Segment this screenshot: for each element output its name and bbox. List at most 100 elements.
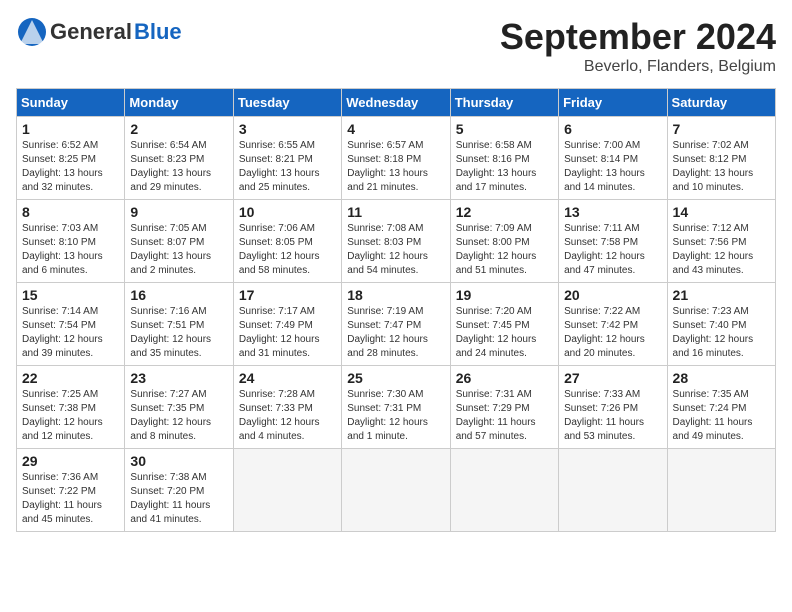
day-number: 16 [130,287,227,303]
day-number: 9 [130,204,227,220]
day-number: 14 [673,204,770,220]
location: Beverlo, Flanders, Belgium [500,58,776,76]
col-friday: Friday [559,89,667,117]
page-header: GeneralBlue September 2024 Beverlo, Flan… [16,16,776,76]
col-tuesday: Tuesday [233,89,341,117]
calendar-cell: 25 Sunrise: 7:30 AM Sunset: 7:31 PM Dayli… [342,366,450,449]
logo-general: General [50,19,132,45]
calendar-cell: 6 Sunrise: 7:00 AM Sunset: 8:14 PM Daylig… [559,117,667,200]
calendar-cell: 19Sunrise: 7:20 AM Sunset: 7:45 PM Dayli… [450,283,558,366]
cell-info: Sunrise: 6:58 AM Sunset: 8:16 PM Dayligh… [456,139,553,195]
day-number: 2 [130,121,227,137]
calendar-cell: 13 Sunrise: 7:11 AM Sunset: 7:58 PM Dayli… [559,200,667,283]
col-sunday: Sunday [17,89,125,117]
logo: GeneralBlue [16,16,182,48]
cell-info: Sunrise: 7:06 AM Sunset: 8:05 PM Dayligh… [239,222,336,278]
logo-icon [16,16,48,48]
calendar-cell: 17 Sunrise: 7:17 AM Sunset: 7:49 PM Dayli… [233,283,341,366]
cell-info: Sunrise: 6:54 AM Sunset: 8:23 PM Dayligh… [130,139,227,195]
day-number: 29 [22,453,119,469]
logo-blue: Blue [134,19,182,45]
day-number: 15 [22,287,119,303]
col-wednesday: Wednesday [342,89,450,117]
calendar-cell [559,449,667,532]
calendar-week-row: 29Sunrise: 7:36 AM Sunset: 7:22 PM Dayli… [17,449,776,532]
cell-info: Sunrise: 7:23 AM Sunset: 7:40 PM Dayligh… [673,305,770,361]
calendar-cell: 29Sunrise: 7:36 AM Sunset: 7:22 PM Dayli… [17,449,125,532]
calendar-cell: 10 Sunrise: 7:06 AM Sunset: 8:05 PM Dayli… [233,200,341,283]
calendar-cell: 9 Sunrise: 7:05 AM Sunset: 8:07 PM Daylig… [125,200,233,283]
calendar-cell: 18 Sunrise: 7:19 AM Sunset: 7:47 PM Dayli… [342,283,450,366]
calendar-cell: 15 Sunrise: 7:14 AM Sunset: 7:54 PM Dayli… [17,283,125,366]
calendar-cell: 26 Sunrise: 7:31 AM Sunset: 7:29 PM Dayli… [450,366,558,449]
calendar-cell: 28Sunrise: 7:35 AM Sunset: 7:24 PM Dayli… [667,366,775,449]
day-number: 8 [22,204,119,220]
calendar-cell: 21 Sunrise: 7:23 AM Sunset: 7:40 PM Dayli… [667,283,775,366]
calendar-week-row: 1Sunrise: 6:52 AM Sunset: 8:25 PM Daylig… [17,117,776,200]
cell-info: Sunrise: 7:00 AM Sunset: 8:14 PM Dayligh… [564,139,661,195]
cell-info: Sunrise: 7:05 AM Sunset: 8:07 PM Dayligh… [130,222,227,278]
calendar-cell: 27Sunrise: 7:33 AM Sunset: 7:26 PM Dayli… [559,366,667,449]
day-number: 12 [456,204,553,220]
calendar-cell: 5 Sunrise: 6:58 AM Sunset: 8:16 PM Daylig… [450,117,558,200]
day-number: 3 [239,121,336,137]
calendar-table: Sunday Monday Tuesday Wednesday Thursday… [16,88,776,532]
day-number: 5 [456,121,553,137]
calendar-cell: 23Sunrise: 7:27 AM Sunset: 7:35 PM Dayli… [125,366,233,449]
calendar-header-row: Sunday Monday Tuesday Wednesday Thursday… [17,89,776,117]
cell-info: Sunrise: 7:30 AM Sunset: 7:31 PM Dayligh… [347,388,444,444]
cell-info: Sunrise: 6:57 AM Sunset: 8:18 PM Dayligh… [347,139,444,195]
calendar-cell: 7Sunrise: 7:02 AM Sunset: 8:12 PM Daylig… [667,117,775,200]
calendar-week-row: 15 Sunrise: 7:14 AM Sunset: 7:54 PM Dayli… [17,283,776,366]
day-number: 20 [564,287,661,303]
day-number: 10 [239,204,336,220]
calendar-cell [233,449,341,532]
day-number: 13 [564,204,661,220]
cell-info: Sunrise: 7:25 AM Sunset: 7:38 PM Dayligh… [22,388,119,444]
day-number: 24 [239,370,336,386]
day-number: 6 [564,121,661,137]
day-number: 17 [239,287,336,303]
month-title: September 2024 [500,16,776,58]
calendar-cell: 2 Sunrise: 6:54 AM Sunset: 8:23 PM Daylig… [125,117,233,200]
cell-info: Sunrise: 7:12 AM Sunset: 7:56 PM Dayligh… [673,222,770,278]
cell-info: Sunrise: 7:31 AM Sunset: 7:29 PM Dayligh… [456,388,553,444]
day-number: 26 [456,370,553,386]
cell-info: Sunrise: 7:19 AM Sunset: 7:47 PM Dayligh… [347,305,444,361]
logo-text: GeneralBlue [16,16,182,48]
calendar-cell: 8Sunrise: 7:03 AM Sunset: 8:10 PM Daylig… [17,200,125,283]
calendar-cell: 20 Sunrise: 7:22 AM Sunset: 7:42 PM Dayli… [559,283,667,366]
day-number: 18 [347,287,444,303]
calendar-cell: 4Sunrise: 6:57 AM Sunset: 8:18 PM Daylig… [342,117,450,200]
calendar-cell: 11Sunrise: 7:08 AM Sunset: 8:03 PM Dayli… [342,200,450,283]
calendar-cell: 1Sunrise: 6:52 AM Sunset: 8:25 PM Daylig… [17,117,125,200]
calendar-week-row: 22 Sunrise: 7:25 AM Sunset: 7:38 PM Dayli… [17,366,776,449]
cell-info: Sunrise: 7:09 AM Sunset: 8:00 PM Dayligh… [456,222,553,278]
cell-info: Sunrise: 7:16 AM Sunset: 7:51 PM Dayligh… [130,305,227,361]
calendar-cell [667,449,775,532]
cell-info: Sunrise: 6:52 AM Sunset: 8:25 PM Dayligh… [22,139,119,195]
cell-info: Sunrise: 7:02 AM Sunset: 8:12 PM Dayligh… [673,139,770,195]
cell-info: Sunrise: 7:28 AM Sunset: 7:33 PM Dayligh… [239,388,336,444]
calendar-cell [342,449,450,532]
cell-info: Sunrise: 7:14 AM Sunset: 7:54 PM Dayligh… [22,305,119,361]
calendar-cell: 3 Sunrise: 6:55 AM Sunset: 8:21 PM Daylig… [233,117,341,200]
cell-info: Sunrise: 7:22 AM Sunset: 7:42 PM Dayligh… [564,305,661,361]
calendar-cell: 30Sunrise: 7:38 AM Sunset: 7:20 PM Dayli… [125,449,233,532]
cell-info: Sunrise: 7:11 AM Sunset: 7:58 PM Dayligh… [564,222,661,278]
day-number: 27 [564,370,661,386]
cell-info: Sunrise: 7:08 AM Sunset: 8:03 PM Dayligh… [347,222,444,278]
cell-info: Sunrise: 6:55 AM Sunset: 8:21 PM Dayligh… [239,139,336,195]
day-number: 25 [347,370,444,386]
calendar-cell: 12 Sunrise: 7:09 AM Sunset: 8:00 PM Dayli… [450,200,558,283]
day-number: 22 [22,370,119,386]
calendar-cell: 14 Sunrise: 7:12 AM Sunset: 7:56 PM Dayli… [667,200,775,283]
cell-info: Sunrise: 7:27 AM Sunset: 7:35 PM Dayligh… [130,388,227,444]
title-block: September 2024 Beverlo, Flanders, Belgiu… [500,16,776,76]
calendar-cell: 22 Sunrise: 7:25 AM Sunset: 7:38 PM Dayli… [17,366,125,449]
cell-info: Sunrise: 7:20 AM Sunset: 7:45 PM Dayligh… [456,305,553,361]
day-number: 21 [673,287,770,303]
cell-info: Sunrise: 7:17 AM Sunset: 7:49 PM Dayligh… [239,305,336,361]
calendar-cell: 24 Sunrise: 7:28 AM Sunset: 7:33 PM Dayli… [233,366,341,449]
day-number: 28 [673,370,770,386]
